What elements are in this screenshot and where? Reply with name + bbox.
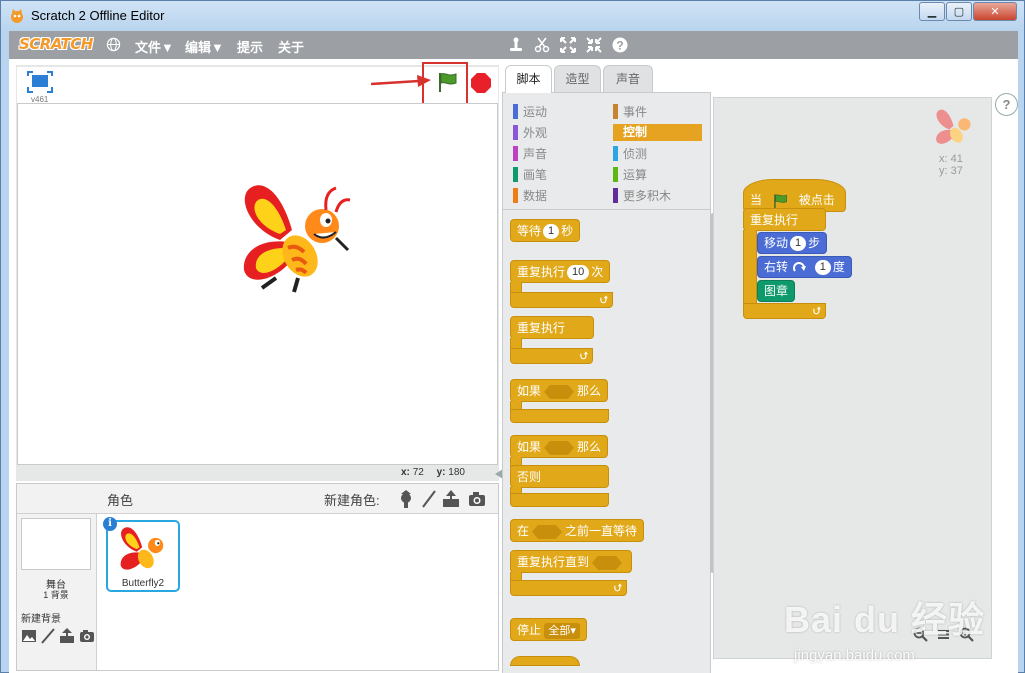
menu-file[interactable]: 文件▼ (135, 37, 174, 56)
help-button[interactable]: ? (995, 93, 1018, 116)
sprite-pane: 角色 新建角色: 舞台 1 背景 新建背景 i Butterfly2 (16, 483, 499, 671)
category-events[interactable]: 事件 (613, 103, 647, 120)
upload-backdrop-icon[interactable] (59, 628, 75, 644)
scratch-logo[interactable]: SCRATCH (19, 35, 93, 53)
category-sound[interactable]: 声音 (513, 145, 547, 162)
repeat-until-foot: ⮍ (510, 580, 627, 596)
upload-sprite-icon[interactable] (442, 490, 460, 508)
choose-sprite-library-icon[interactable] (397, 490, 415, 508)
next-hat-block (510, 656, 580, 666)
sprite-x-readout: x: 41 (939, 153, 963, 165)
camera-sprite-icon[interactable] (468, 490, 486, 508)
category-pen[interactable]: 画笔 (513, 166, 547, 183)
y-value: 180 (448, 467, 465, 478)
repeat-block[interactable]: 重复执行 10 次 (510, 260, 611, 283)
svg-text:?: ? (616, 39, 623, 53)
sprite-name: Butterfly2 (121, 578, 165, 589)
script-forever-block[interactable]: 重复执行 (743, 208, 826, 231)
script-forever-foot: ⮍ (743, 303, 826, 319)
category-data[interactable]: 数据 (513, 187, 547, 204)
else-label-block: 否则 (510, 465, 609, 488)
minimize-button[interactable]: ▁ (919, 2, 945, 21)
tab-costumes[interactable]: 造型 (554, 65, 601, 92)
app-window: Scratch 2 Offline Editor ▁ ▢ ✕ SCRATCH 文… (0, 0, 1025, 673)
move-steps-block[interactable]: 移动 1 步 (757, 232, 828, 254)
sprite-y-readout: y: 37 (939, 165, 963, 177)
x-label: x: (401, 467, 410, 478)
wait-block[interactable]: 等待 1 秒 (510, 219, 581, 242)
baidu-watermark: Bai du 经验 (784, 599, 986, 640)
category-sensing[interactable]: 侦测 (613, 145, 647, 162)
if-else-foot (510, 493, 609, 507)
paint-backdrop-icon[interactable] (40, 628, 56, 644)
scratch-cat-icon (11, 9, 23, 23)
fullscreen-icon[interactable] (27, 71, 53, 93)
menu-tips[interactable]: 提示 (237, 37, 263, 56)
wait-until-block[interactable]: 在之前一直等待 (510, 519, 645, 542)
stop-option-dropdown[interactable]: 全部▾ (544, 623, 580, 639)
stamp-block[interactable]: 图章 (757, 280, 796, 302)
repeat-block-foot: ⮍ (510, 292, 613, 308)
backdrop-library-icon[interactable] (21, 628, 37, 644)
stage-column: 舞台 1 背景 新建背景 (17, 514, 97, 670)
menu-edit[interactable]: 编辑▼ (185, 37, 224, 56)
green-flag-icon[interactable] (436, 71, 458, 93)
category-control[interactable]: 控制 (613, 124, 702, 141)
grow-icon[interactable] (559, 36, 577, 54)
hat-flag-icon (774, 194, 788, 209)
stage-thumbnail[interactable] (21, 518, 91, 570)
butterfly-sprite[interactable] (240, 178, 352, 294)
menu-about[interactable]: 关于 (278, 37, 304, 56)
if-block-foot (510, 409, 609, 423)
close-button[interactable]: ✕ (973, 2, 1017, 21)
menu-bar: SCRATCH 文件▼ 编辑▼ 提示 关于 ? (9, 31, 1018, 59)
turn-right-block[interactable]: 右转 1度 (757, 256, 852, 278)
category-looks[interactable]: 外观 (513, 124, 547, 141)
baidu-watermark-url: jingyan.baidu.com (794, 647, 915, 664)
camera-backdrop-icon[interactable] (79, 628, 95, 644)
tab-sounds[interactable]: 声音 (603, 65, 653, 92)
tab-scripts[interactable]: 脚本 (505, 65, 552, 93)
sprite-header: 角色 新建角色: (17, 484, 498, 514)
stop-icon[interactable] (471, 73, 491, 93)
butterfly-thumbnail (120, 527, 164, 570)
category-motion[interactable]: 运动 (513, 103, 547, 120)
rotate-clockwise-icon (793, 261, 807, 272)
title-bar: Scratch 2 Offline Editor ▁ ▢ ✕ (1, 1, 1024, 31)
x-value: 72 (412, 467, 424, 478)
current-sprite-preview (936, 109, 971, 144)
window-title: Scratch 2 Offline Editor (31, 8, 165, 23)
globe-icon[interactable] (106, 37, 121, 52)
sprites-label: 角色 (107, 493, 134, 508)
backdrop-count: 1 背景 (43, 590, 69, 600)
forever-block-foot: ⮍ (510, 348, 593, 364)
if-else-block[interactable]: 如果 那么 (510, 435, 609, 458)
shrink-icon[interactable] (585, 36, 603, 54)
palette-divider (503, 209, 710, 210)
category-more-blocks[interactable]: 更多积木 (613, 187, 671, 204)
duplicate-stamp-icon[interactable] (507, 36, 525, 54)
editor-client: SCRATCH 文件▼ 编辑▼ 提示 关于 ? v461 x: 72 y: 18… (9, 31, 1018, 673)
y-label: y: (436, 467, 446, 478)
block-help-icon[interactable]: ? (611, 36, 629, 54)
new-sprite-label: 新建角色: (324, 493, 380, 508)
mouse-coordinates: x: 72 y: 180 (401, 467, 465, 478)
new-backdrop-label: 新建背景 (21, 614, 61, 625)
stop-block[interactable]: 停止 全部▾ (510, 618, 587, 641)
sprite-info-icon[interactable]: i (103, 517, 117, 531)
category-operators[interactable]: 运算 (613, 166, 647, 183)
repeat-until-block[interactable]: 重复执行直到 (510, 550, 633, 573)
paint-sprite-icon[interactable] (420, 490, 438, 508)
maximize-button[interactable]: ▢ (946, 2, 972, 21)
stage-canvas[interactable] (17, 103, 498, 465)
if-then-block[interactable]: 如果 那么 (510, 379, 609, 402)
forever-block[interactable]: 重复执行 (510, 316, 594, 339)
cut-scissors-icon[interactable] (533, 36, 551, 54)
script-forever-arm (743, 230, 757, 306)
